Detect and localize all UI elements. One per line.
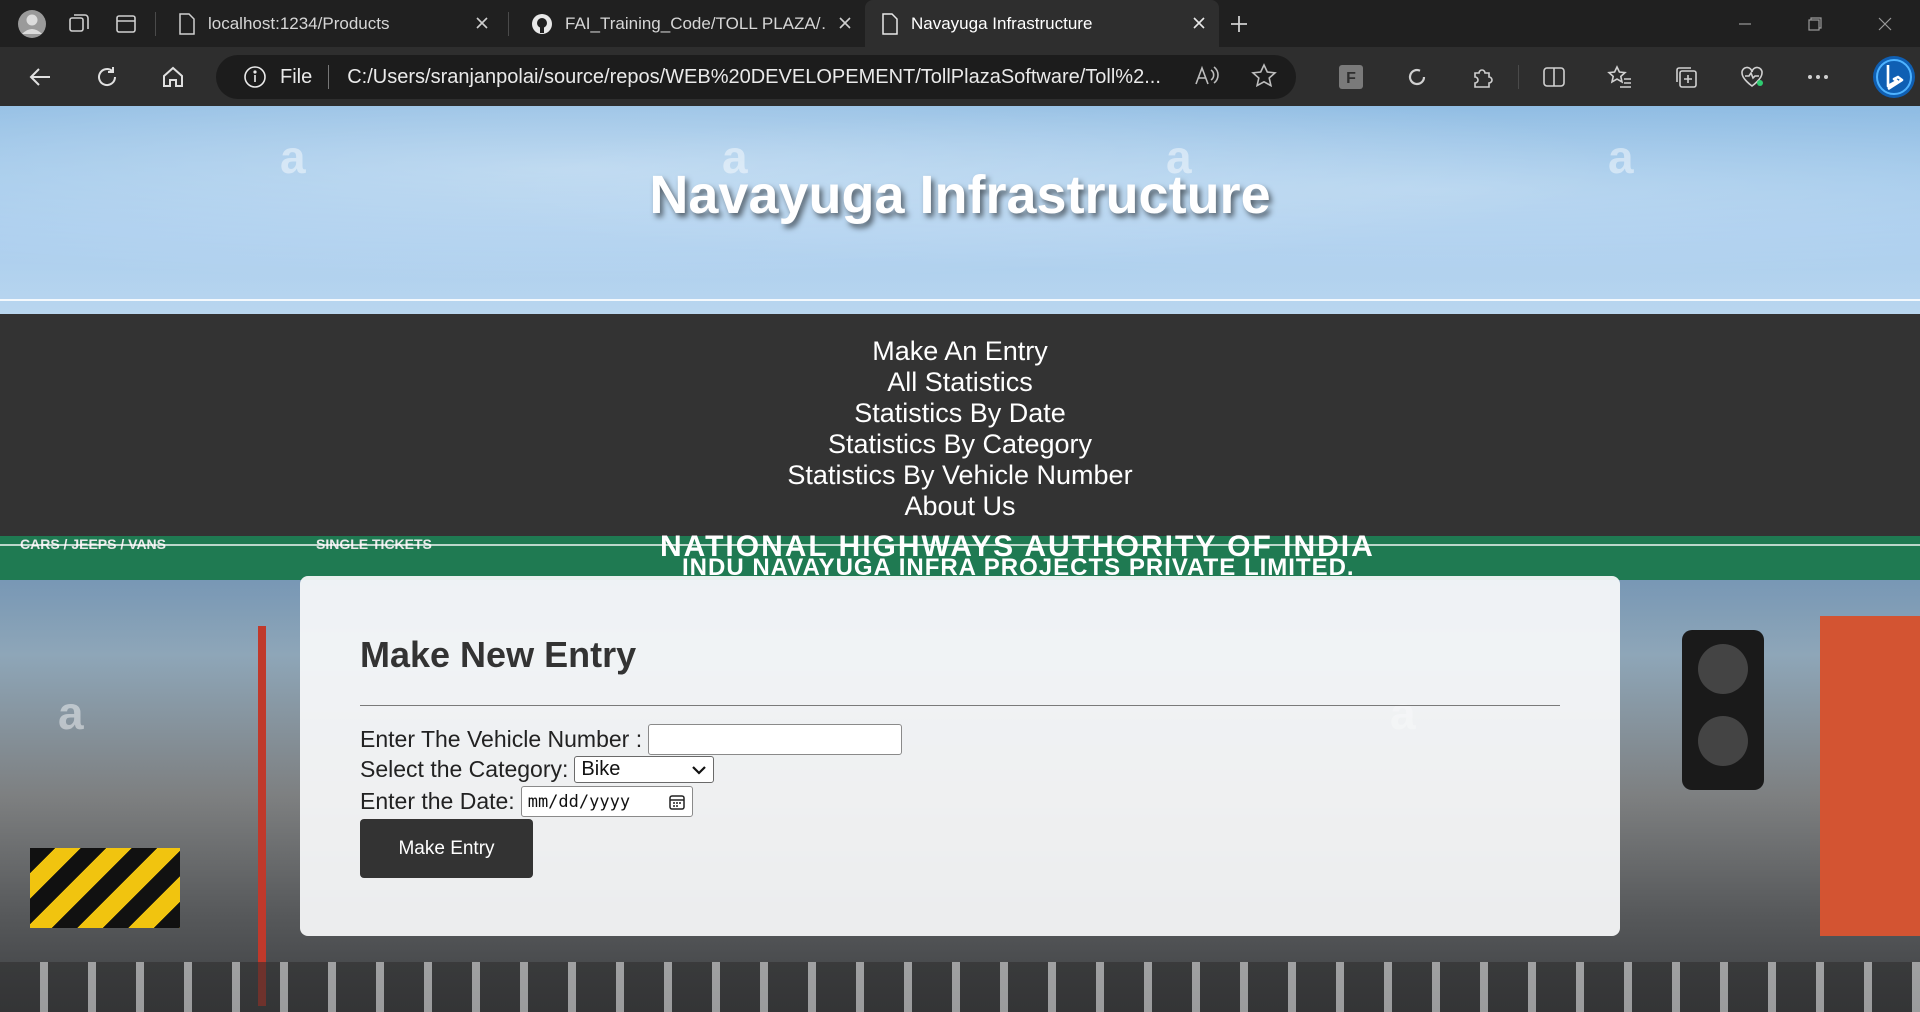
window-controls (1710, 0, 1920, 47)
tab-navayuga[interactable]: Navayuga Infrastructure (865, 0, 1219, 47)
date-input[interactable]: mm/dd/yyyy (520, 786, 693, 817)
vehicle-number-label: Enter The Vehicle Number : (360, 726, 643, 752)
truck (1820, 616, 1920, 936)
address-bar[interactable]: File C:/Users/sranjanpolai/source/repos/… (216, 55, 1296, 99)
info-icon[interactable] (240, 62, 270, 92)
browser-essentials-icon[interactable] (1719, 47, 1785, 106)
make-entry-button[interactable]: Make Entry (360, 819, 533, 878)
extensions-area: F (1318, 47, 1920, 106)
category-label: Select the Category: (360, 756, 569, 782)
road-markings (0, 962, 1920, 1012)
tab-title: localhost:1234/Products (208, 13, 390, 33)
bing-copilot-icon[interactable] (1861, 47, 1920, 106)
vehicle-number-row: Enter The Vehicle Number : (360, 724, 903, 755)
hazard-barrier (30, 848, 180, 928)
tab-title: FAI_Training_Code/TOLL PLAZA/… (565, 13, 825, 33)
loading-extension-icon[interactable] (1384, 47, 1450, 106)
browser-toolbar: File C:/Users/sranjanpolai/source/repos/… (0, 47, 1920, 106)
collections-icon[interactable] (1653, 47, 1719, 106)
category-select[interactable]: Bike (574, 756, 715, 783)
date-placeholder: mm/dd/yyyy (527, 791, 631, 812)
nav-link-statistics-by-category[interactable]: Statistics By Category (0, 429, 1920, 460)
form-heading: Make New Entry (360, 634, 637, 675)
favorite-star-icon[interactable] (1250, 62, 1278, 90)
tab-separator (155, 11, 156, 36)
main-navigation: Make An Entry All Statistics Statistics … (0, 314, 1920, 536)
nav-link-about-us[interactable]: About Us (0, 491, 1920, 522)
traffic-light (1682, 630, 1764, 790)
toolbar-separator (1518, 64, 1519, 89)
workspaces-icon[interactable] (55, 0, 102, 47)
toll-pole (258, 626, 266, 1006)
form-divider (360, 705, 1560, 706)
vehicle-number-input[interactable] (648, 724, 903, 755)
close-icon[interactable] (1189, 13, 1209, 33)
tab-actions-icon[interactable] (102, 0, 149, 47)
home-button[interactable] (140, 47, 206, 106)
restore-icon[interactable] (1780, 0, 1850, 47)
address-divider (328, 65, 330, 89)
site-title: Navayuga Infrastructure (649, 165, 1271, 225)
watermark-text: a (58, 687, 84, 739)
category-row: Select the Category: Bike (360, 756, 715, 783)
photo-divider-line (0, 544, 1920, 546)
address-bar-actions (1192, 62, 1278, 90)
profile-avatar-icon[interactable] (8, 0, 55, 47)
page-icon (881, 12, 899, 35)
nav-link-all-statistics[interactable]: All Statistics (0, 367, 1920, 398)
browser-tab-strip: localhost:1234/Products FAI_Training_Cod… (0, 0, 1920, 47)
github-icon (531, 13, 553, 35)
tab-github[interactable]: FAI_Training_Code/TOLL PLAZA/… (515, 0, 865, 47)
back-button[interactable] (8, 47, 74, 106)
close-icon[interactable] (835, 13, 855, 33)
page-icon (178, 12, 196, 35)
web-page: a a a a Navayuga Infrastructure Make An … (0, 106, 1920, 1012)
svg-text:F: F (1346, 70, 1356, 87)
address-url[interactable]: C:/Users/sranjanpolai/source/repos/WEB%2… (347, 66, 1177, 89)
minimize-icon[interactable] (1710, 0, 1780, 47)
nav-link-statistics-by-date[interactable]: Statistics By Date (0, 398, 1920, 429)
date-row: Enter the Date: mm/dd/yyyy (360, 786, 693, 817)
toll-plaza-sign: CARS / JEEPS / VANS SINGLE TICKETS NATIO… (0, 530, 1920, 581)
address-scheme-label: File (280, 65, 313, 88)
new-tab-button[interactable] (1219, 0, 1259, 47)
split-screen-icon[interactable] (1521, 47, 1587, 106)
category-selected-value: Bike (581, 758, 621, 780)
extension-f-icon[interactable]: F (1318, 47, 1384, 106)
nav-link-make-entry[interactable]: Make An Entry (0, 336, 1920, 367)
close-icon[interactable] (472, 13, 492, 33)
extensions-puzzle-icon[interactable] (1450, 47, 1516, 106)
more-options-icon[interactable] (1785, 47, 1851, 106)
chevron-down-icon (691, 764, 707, 776)
tab-title: Navayuga Infrastructure (911, 13, 1093, 33)
refresh-button[interactable] (74, 47, 140, 106)
read-aloud-icon[interactable] (1192, 62, 1220, 90)
window-close-icon[interactable] (1850, 0, 1920, 47)
tab-separator (508, 11, 509, 36)
favorites-icon[interactable] (1587, 47, 1653, 106)
calendar-icon[interactable] (668, 793, 686, 811)
entry-form-card: Make New Entry Enter The Vehicle Number … (300, 576, 1620, 936)
header-divider-line (0, 299, 1920, 301)
header-banner: a a a a Navayuga Infrastructure (0, 106, 1920, 314)
nav-link-statistics-by-vehicle-number[interactable]: Statistics By Vehicle Number (0, 460, 1920, 491)
tab-localhost[interactable]: localhost:1234/Products (162, 0, 502, 47)
date-label: Enter the Date: (360, 788, 515, 814)
